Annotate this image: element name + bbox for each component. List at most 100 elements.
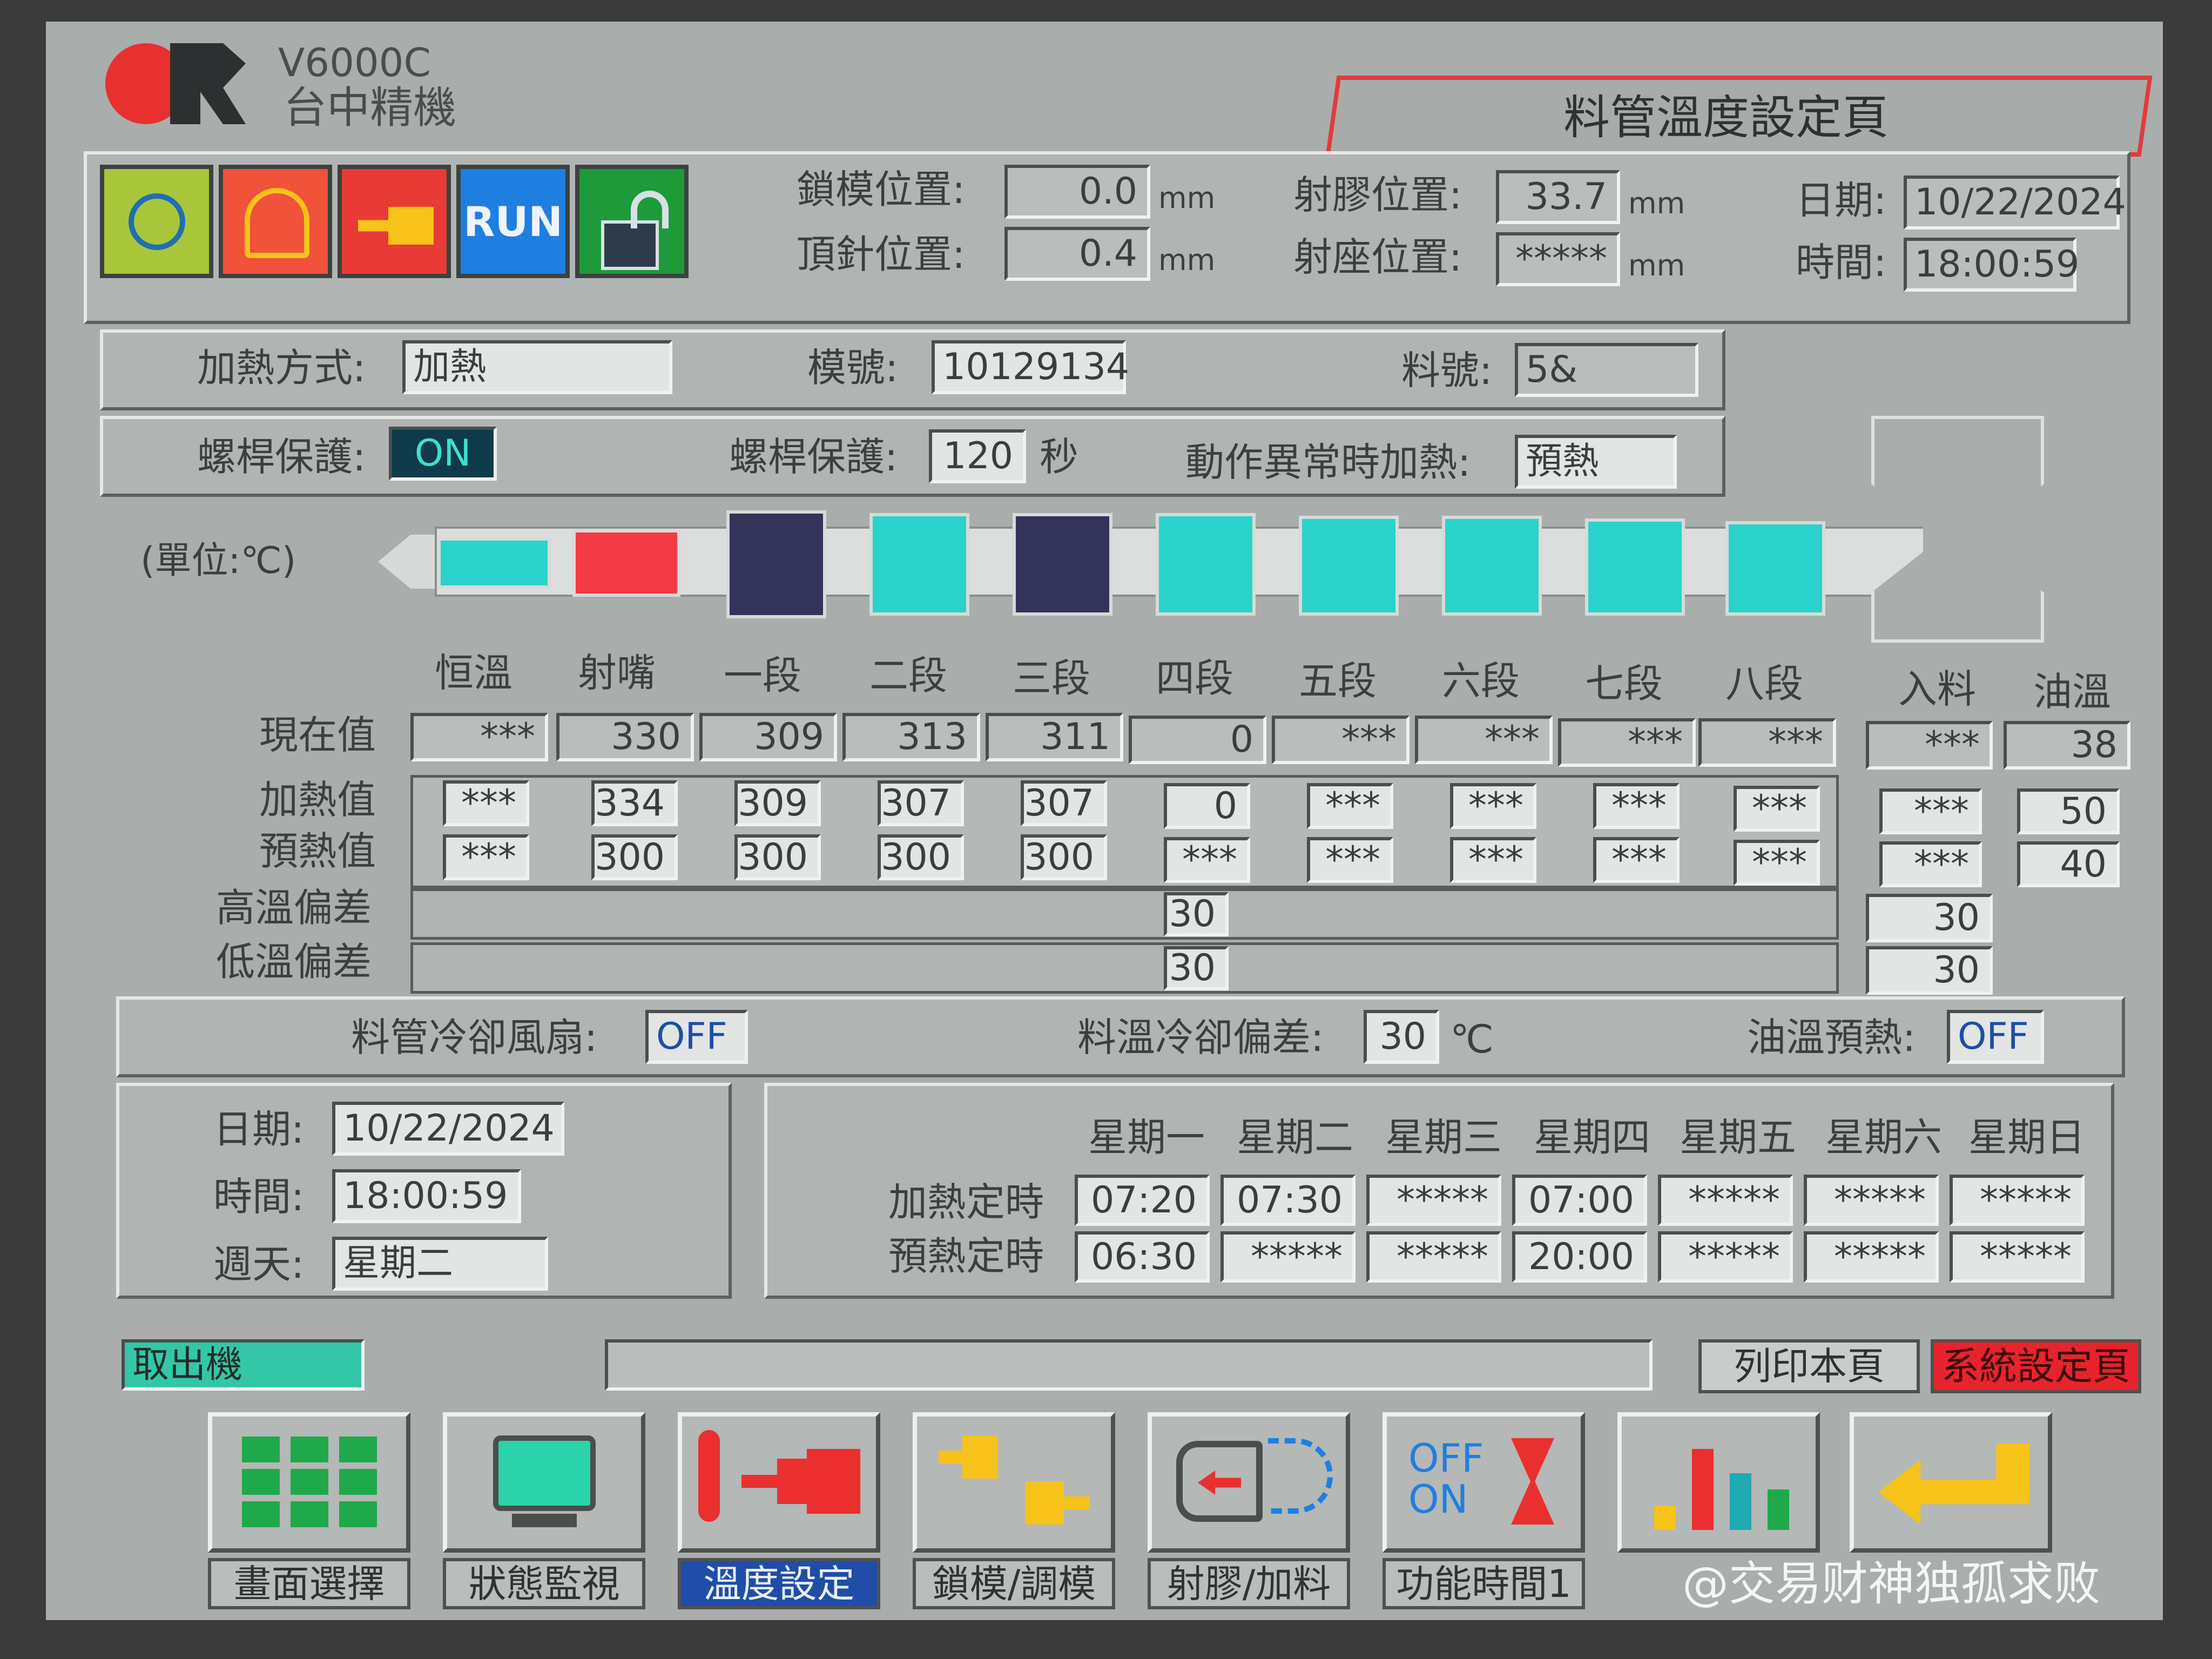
col-header-3: 二段 <box>869 653 948 698</box>
preheat-4[interactable]: 300 <box>1021 834 1107 880</box>
col-header-feed: 入料 <box>1898 666 1977 712</box>
clock-time-value[interactable]: 18:00:59 <box>332 1169 521 1223</box>
heat-feed[interactable]: *** <box>1879 788 1982 834</box>
day-1: 星期二 <box>1237 1115 1354 1160</box>
day-2: 星期三 <box>1385 1115 1502 1160</box>
preheat-7[interactable]: *** <box>1450 837 1536 883</box>
heat-time-3[interactable]: 07:00 <box>1512 1175 1647 1226</box>
heat-9[interactable]: *** <box>1734 786 1820 832</box>
cooling-dev-value[interactable]: 30 <box>1364 1010 1439 1064</box>
col-header-7: 六段 <box>1442 658 1520 704</box>
clamp-close-icon <box>1025 1481 1090 1525</box>
high-dev-bar <box>410 888 1839 940</box>
preheat-time-5[interactable]: ***** <box>1804 1231 1939 1283</box>
preheat-3[interactable]: 300 <box>878 834 964 880</box>
preheat-time-1[interactable]: ***** <box>1220 1231 1355 1283</box>
row-label-preheat: 預熱值 <box>259 828 376 874</box>
preheat-2[interactable]: 300 <box>734 834 821 880</box>
nav-temperature-label[interactable]: 溫度設定 <box>678 1558 880 1609</box>
heat-time-1[interactable]: 07:30 <box>1220 1175 1355 1226</box>
row-label-low-dev: 低溫偏差 <box>216 939 372 984</box>
day-6: 星期日 <box>1968 1115 2086 1160</box>
nav-injection-button[interactable] <box>1148 1412 1350 1553</box>
preheat-5[interactable]: *** <box>1164 837 1250 883</box>
return-arrow-icon <box>1878 1444 2029 1525</box>
current-feed: *** <box>1866 721 1993 770</box>
preheat-time-2[interactable]: ***** <box>1366 1231 1501 1283</box>
preheat-feed[interactable]: *** <box>1879 841 1982 887</box>
nav-function-timer-button[interactable]: OFF ON <box>1382 1412 1585 1553</box>
low-dev-bar <box>410 942 1839 994</box>
col-header-1: 射嘴 <box>578 650 656 696</box>
col-header-2: 一段 <box>724 653 802 698</box>
heat-3[interactable]: 307 <box>878 780 964 826</box>
heat-8[interactable]: *** <box>1593 783 1680 829</box>
heat-5[interactable]: 0 <box>1164 783 1250 829</box>
nav-mold-clamp-label[interactable]: 鎖模/調模 <box>913 1558 1115 1609</box>
heat-oil[interactable]: 50 <box>2017 788 2120 834</box>
preheat-1[interactable]: 300 <box>591 834 678 880</box>
nav-temperature-button[interactable] <box>678 1412 880 1553</box>
nav-screen-select-button[interactable] <box>208 1412 410 1553</box>
preheat-time-6[interactable]: ***** <box>1950 1231 2085 1283</box>
col-header-6: 五段 <box>1299 658 1377 704</box>
heat-time-4[interactable]: ***** <box>1658 1175 1793 1226</box>
low-dev-value[interactable]: 30 <box>1164 946 1229 990</box>
preheat-8[interactable]: *** <box>1593 837 1680 883</box>
heat-0[interactable]: *** <box>443 780 529 826</box>
monitor-stand-icon <box>512 1514 577 1527</box>
preheat-oil[interactable]: 40 <box>2017 841 2120 887</box>
heat-2[interactable]: 309 <box>734 780 821 826</box>
nav-status-monitor-button[interactable] <box>443 1412 645 1553</box>
nozzle-icon <box>741 1449 860 1514</box>
day-3: 星期四 <box>1534 1115 1651 1160</box>
cooling-dev-unit: ℃ <box>1450 1016 1494 1062</box>
nav-status-monitor-label[interactable]: 狀態監視 <box>443 1558 645 1609</box>
col-header-4: 三段 <box>1013 656 1091 701</box>
message-bar <box>605 1339 1653 1391</box>
fan-value[interactable]: OFF <box>645 1010 748 1064</box>
preheat-time-4[interactable]: ***** <box>1658 1231 1793 1283</box>
nav-function-timer-label[interactable]: 功能時間1 <box>1382 1558 1585 1609</box>
low-dev-feed[interactable]: 30 <box>1866 946 1993 995</box>
heat-time-6[interactable]: ***** <box>1950 1175 2085 1226</box>
current-4: 311 <box>986 713 1123 761</box>
heat-time-2[interactable]: ***** <box>1366 1175 1501 1226</box>
current-6: *** <box>1272 716 1410 764</box>
return-button[interactable] <box>1850 1412 2052 1553</box>
clock-weekday-label: 週天: <box>213 1242 305 1287</box>
preheat-9[interactable]: *** <box>1734 840 1820 886</box>
grid-icon <box>242 1435 377 1527</box>
preheat-timer-label: 預熱定時 <box>888 1233 1044 1279</box>
current-oil: 38 <box>2004 721 2130 770</box>
col-header-9: 八段 <box>1725 661 1804 706</box>
preheat-0[interactable]: *** <box>443 834 529 880</box>
clock-weekday-value[interactable]: 星期二 <box>332 1237 548 1291</box>
nav-screen-select-label[interactable]: 畫面選擇 <box>208 1558 410 1609</box>
heat-7[interactable]: *** <box>1450 783 1536 829</box>
print-page-button[interactable]: 列印本頁 <box>1698 1339 1920 1393</box>
clock-time-label: 時間: <box>213 1174 305 1219</box>
nav-injection-label[interactable]: 射膠/加料 <box>1148 1558 1350 1609</box>
heat-time-5[interactable]: ***** <box>1804 1175 1939 1226</box>
high-dev-feed[interactable]: 30 <box>1866 894 1993 942</box>
heat-4[interactable]: 307 <box>1021 780 1107 826</box>
heat-1[interactable]: 334 <box>591 780 678 826</box>
preheat-time-0[interactable]: 06:30 <box>1075 1231 1210 1283</box>
preheat-time-3[interactable]: 20:00 <box>1512 1231 1647 1283</box>
monitor-icon <box>493 1435 596 1511</box>
high-dev-value[interactable]: 30 <box>1164 892 1229 936</box>
clamp-open-icon <box>939 1435 998 1479</box>
clock-date-value[interactable]: 10/22/2024 <box>332 1102 564 1156</box>
stats-chart-button[interactable] <box>1617 1412 1820 1553</box>
oil-preheat-value[interactable]: OFF <box>1947 1010 2044 1064</box>
current-1: 330 <box>556 713 694 761</box>
col-header-oil: 油溫 <box>2033 669 2112 714</box>
system-settings-button[interactable]: 系統設定頁 <box>1931 1339 2141 1393</box>
heat-6[interactable]: *** <box>1307 783 1393 829</box>
hourglass-icon <box>1511 1438 1554 1525</box>
nav-mold-clamp-button[interactable] <box>913 1412 1115 1553</box>
row-label-current: 現在值 <box>259 712 376 758</box>
preheat-6[interactable]: *** <box>1307 837 1393 883</box>
heat-time-0[interactable]: 07:20 <box>1075 1175 1210 1226</box>
